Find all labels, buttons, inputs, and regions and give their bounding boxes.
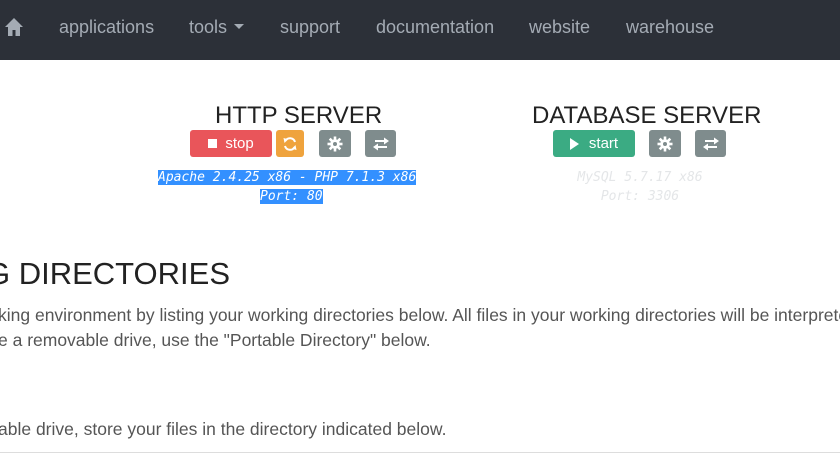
db-server-version: MySQL 5.7.17 x86 [577,170,703,185]
http-reload-button[interactable] [276,130,304,157]
refresh-icon [283,136,297,151]
http-config-button[interactable] [319,130,351,157]
http-server-version: Apache 2.4.25 x86 - PHP 7.1.3 x86 [158,168,417,187]
exchange-icon [372,137,389,150]
http-server-port: Port: 80 [260,187,323,206]
nav-tools-dropdown[interactable]: tools [189,17,245,38]
directories-heading: G DIRECTORIES [0,256,231,291]
db-start-label: start [588,135,619,152]
nav-warehouse[interactable]: warehouse [626,17,714,38]
exchange-icon [702,137,719,150]
portable-directory-description: able drive, store your files in the dire… [0,419,447,439]
gear-icon [657,136,673,151]
home-icon[interactable] [4,17,24,37]
gear-icon [327,136,343,151]
caret-down-icon [234,23,245,29]
directories-description-line2: e a removable drive, use the "Portable D… [0,330,431,350]
http-stop-button[interactable]: stop [190,130,272,157]
db-switch-button[interactable] [695,130,726,157]
http-server-title: HTTP SERVER [215,102,383,129]
http-port-text: Port: 80 [260,189,323,204]
stop-icon [208,139,218,148]
db-config-button[interactable] [649,130,681,157]
http-switch-button[interactable] [365,130,396,157]
directories-description-line1: king environment by listing your working… [0,305,840,325]
http-version-text: Apache 2.4.25 x86 - PHP 7.1.3 x86 [158,170,417,185]
database-server-title: DATABASE SERVER [532,102,762,129]
section-divider [0,452,840,453]
top-navbar: applications tools support documentation… [0,0,840,60]
http-stop-label: stop [225,135,254,152]
nav-documentation[interactable]: documentation [376,17,494,38]
nav-tools-label: tools [189,17,228,37]
db-start-button[interactable]: start [553,130,635,157]
nav-applications[interactable]: applications [59,17,154,38]
nav-website[interactable]: website [529,17,590,38]
play-icon [569,137,579,150]
nav-support[interactable]: support [280,17,340,38]
db-server-port: Port: 3306 [600,189,680,204]
